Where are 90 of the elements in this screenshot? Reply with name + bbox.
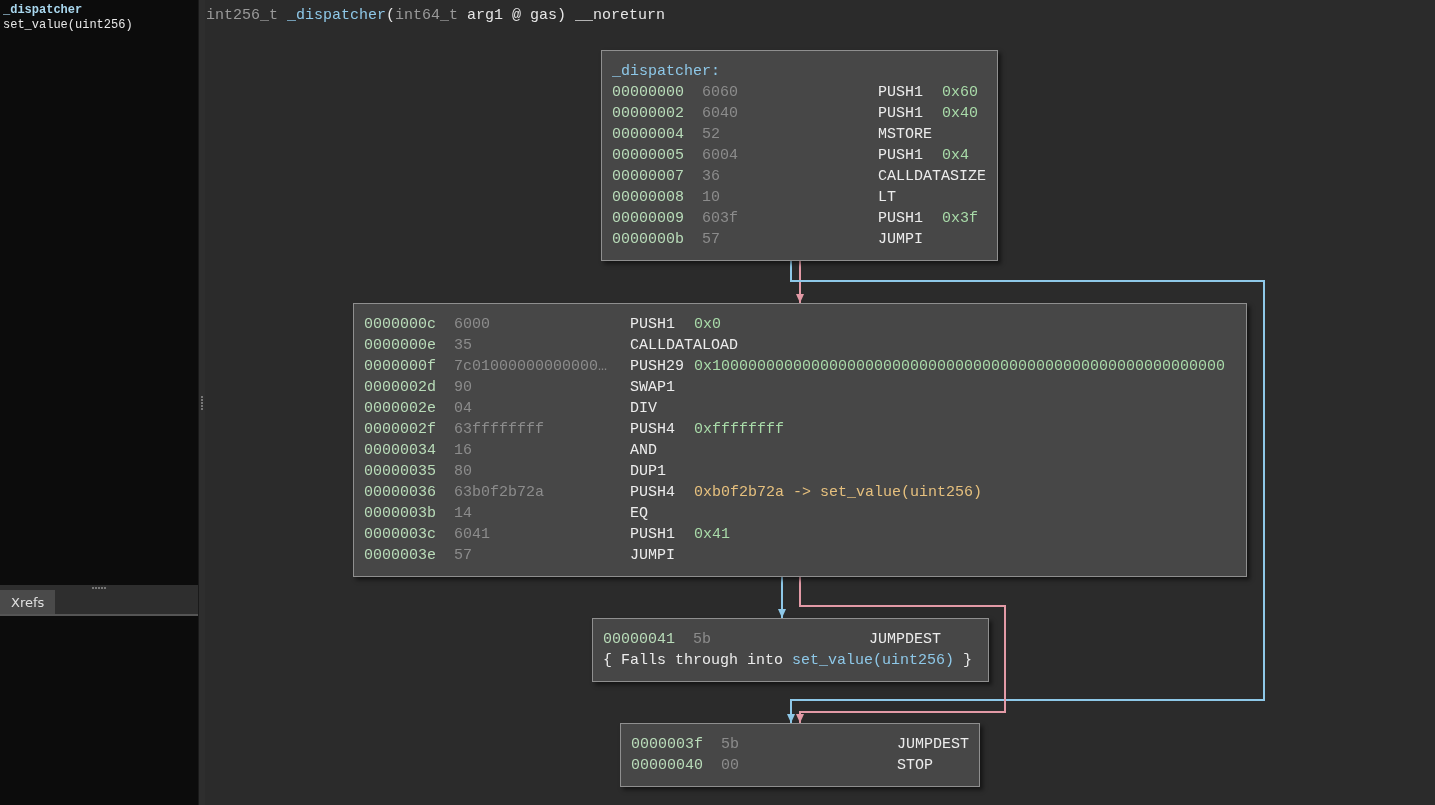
instruction-bytes: 63ffffffff xyxy=(454,420,545,440)
instruction-bytes: 36 xyxy=(702,167,721,187)
instruction-address: 0000000b xyxy=(612,230,685,250)
instruction-address: 0000003c xyxy=(364,525,437,545)
function-list-item[interactable]: _dispatcher xyxy=(3,3,83,18)
instruction-mnemonic: STOP xyxy=(897,756,934,776)
instruction-mnemonic: SWAP1 xyxy=(630,378,676,398)
instruction-mnemonic: PUSH1 xyxy=(878,83,924,103)
instruction-address: 00000035 xyxy=(364,462,437,482)
instruction-mnemonic: PUSH1 xyxy=(878,146,924,166)
instruction-address: 00000004 xyxy=(612,125,685,145)
instruction-address: 00000040 xyxy=(631,756,704,776)
instruction-address: 00000005 xyxy=(612,146,685,166)
code-block[interactable] xyxy=(353,303,1247,577)
instruction-mnemonic: DIV xyxy=(630,399,658,419)
instruction-address: 00000000 xyxy=(612,83,685,103)
instruction-mnemonic: PUSH4 xyxy=(630,420,676,440)
instruction-bytes: 35 xyxy=(454,336,473,356)
instruction-address: 0000002f xyxy=(364,420,437,440)
instruction-bytes: 14 xyxy=(454,504,473,524)
instruction-bytes: 57 xyxy=(454,546,473,566)
instruction-operand: 0x41 xyxy=(694,525,730,545)
instruction-bytes: 6004 xyxy=(702,146,739,166)
instruction-bytes: 6041 xyxy=(454,525,491,545)
instruction-bytes: 7c01000000000000… xyxy=(454,357,609,377)
instruction-bytes: 52 xyxy=(702,125,721,145)
instruction-mnemonic: PUSH1 xyxy=(878,209,924,229)
instruction-operand: 0x4 xyxy=(942,146,969,166)
instruction-mnemonic: MSTORE xyxy=(878,125,933,145)
instruction-address: 0000002d xyxy=(364,378,437,398)
instruction-mnemonic: LT xyxy=(878,188,897,208)
instruction-mnemonic: DUP1 xyxy=(630,462,667,482)
instruction-address: 0000003f xyxy=(631,735,704,755)
instruction-bytes: 00 xyxy=(721,756,740,776)
code-block[interactable]: 00000041 5b JUMPDEST { Falls through into set_value(uint256) } xyxy=(592,618,989,682)
instruction-bytes: 16 xyxy=(454,441,473,461)
instruction-mnemonic: PUSH29 xyxy=(630,357,685,377)
instruction-bytes: 6060 xyxy=(702,83,739,103)
instruction-address: 0000000c xyxy=(364,315,437,335)
instruction-address: 00000002 xyxy=(612,104,685,124)
instruction-mnemonic: AND xyxy=(630,441,658,461)
instruction-mnemonic: PUSH1 xyxy=(630,315,676,335)
instruction-mnemonic: CALLDATALOAD xyxy=(630,336,739,356)
instruction-bytes: 6000 xyxy=(454,315,491,335)
instruction-bytes: 603f xyxy=(702,209,739,229)
instruction-bytes: 6040 xyxy=(702,104,739,124)
splitter-grip-icon[interactable] xyxy=(92,586,106,589)
instruction-bytes: 63b0f2b72a xyxy=(454,483,545,503)
instruction-operand: 0x40 xyxy=(942,104,978,124)
instruction-mnemonic: PUSH4 xyxy=(630,483,676,503)
instruction-operand: 0xb0f2b72a -> set_value(uint256) xyxy=(694,483,983,503)
instruction-bytes: 57 xyxy=(702,230,721,250)
instruction-mnemonic: PUSH1 xyxy=(878,104,924,124)
instruction-operand: 0x60 xyxy=(942,83,978,103)
instruction-bytes: 04 xyxy=(454,399,473,419)
instruction-bytes: 5b xyxy=(693,630,712,650)
instruction-operand: 0x3f xyxy=(942,209,978,229)
instruction-address: 0000002e xyxy=(364,399,437,419)
instruction-mnemonic: JUMPI xyxy=(878,230,924,250)
instruction-address: 00000036 xyxy=(364,483,437,503)
fallthrough-note: { Falls through into set_value(uint256) } xyxy=(603,651,973,671)
function-link[interactable]: set_value(uint256) xyxy=(792,652,955,669)
instruction-address: 0000000f xyxy=(364,357,437,377)
instruction-bytes: 90 xyxy=(454,378,473,398)
instruction-mnemonic: JUMPDEST xyxy=(869,630,941,650)
instruction-bytes: 80 xyxy=(454,462,473,482)
instruction-mnemonic: JUMPDEST xyxy=(897,735,969,755)
instruction-mnemonic: JUMPI xyxy=(630,546,676,566)
instruction-operand: 0x0 xyxy=(694,315,721,335)
instruction-address: 00000041 xyxy=(603,630,676,650)
instruction-address: 00000034 xyxy=(364,441,437,461)
instruction-operand: 0x100000000000000000000000000000000000000000000000000000000 xyxy=(694,357,1226,377)
instruction-bytes: 5b xyxy=(721,735,740,755)
instruction-address: 0000000e xyxy=(364,336,437,356)
instruction-address: 00000009 xyxy=(612,209,685,229)
block-label: _dispatcher: xyxy=(612,62,721,82)
instruction-mnemonic: CALLDATASIZE xyxy=(878,167,987,187)
instruction-address: 00000007 xyxy=(612,167,685,187)
panel-tab[interactable]: Xrefs xyxy=(0,590,56,614)
instruction-operand: 0xffffffff xyxy=(694,420,784,440)
function-list-item[interactable]: set_value(uint256) xyxy=(3,18,133,33)
instruction-address: 0000003b xyxy=(364,504,437,524)
instruction-address: 00000008 xyxy=(612,188,685,208)
code-block[interactable]: 0000003f 5b JUMPDEST 00000040 00 STOP xyxy=(620,723,980,787)
instruction-mnemonic: EQ xyxy=(630,504,649,524)
instruction-address: 0000003e xyxy=(364,546,437,566)
instruction-mnemonic: PUSH1 xyxy=(630,525,676,545)
function-signature: int256_t _dispatcher(int64_t arg1 @ gas) __noreturn xyxy=(206,6,666,24)
code-block[interactable]: _dispatcher: 00000000 6060 PUSH1 0x60 00000002 6040 PUSH1 0x40 00000004 52 MSTORE 00000005 6004 PUSH1 0x4 00000007 36 CALLDATASIZE 00000008 10 LT 00000009 603f PUSH1 0x3f 0000000b 57 JUMPI xyxy=(601,50,998,261)
instruction-bytes: 10 xyxy=(702,188,721,208)
